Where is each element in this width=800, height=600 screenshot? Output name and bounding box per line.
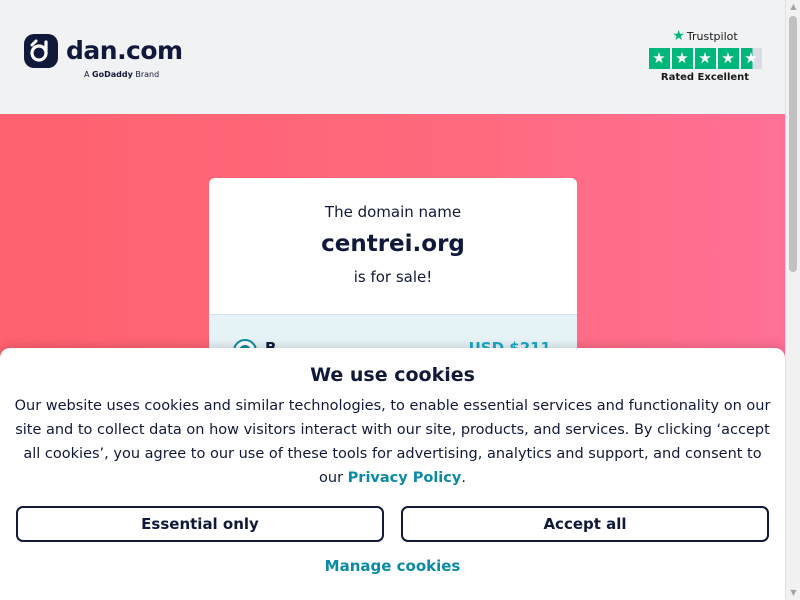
privacy-policy-link[interactable]: Privacy Policy xyxy=(348,470,462,486)
star-icon: ★ xyxy=(648,48,670,69)
scroll-up-icon[interactable]: ▲ xyxy=(786,0,800,14)
accept-all-button[interactable]: Accept all xyxy=(401,506,769,542)
brand-name[interactable]: dan.com xyxy=(66,36,183,65)
star-icon: ★ xyxy=(671,48,693,69)
cookie-body-period: . xyxy=(461,470,466,486)
star-icon: ★ xyxy=(694,48,716,69)
for-sale-text: is for sale! xyxy=(353,268,433,286)
brand-sub-company: GoDaddy xyxy=(92,70,133,79)
site-header: dan.com A GoDaddy Brand ★ Trustpilot ★ ★… xyxy=(0,0,785,114)
manage-cookies-link[interactable]: Manage cookies xyxy=(0,557,785,575)
scroll-down-icon[interactable]: ▼ xyxy=(786,586,800,600)
brand-subtitle: A GoDaddy Brand xyxy=(84,70,159,79)
trustpilot-logo: ★ Trustpilot xyxy=(648,28,762,44)
half-star-icon: ★ xyxy=(740,48,762,69)
page-scrollbar[interactable]: ▲ ▼ xyxy=(785,0,800,600)
brand-sub-suffix: Brand xyxy=(135,70,160,79)
trustpilot-rating: Rated Excellent xyxy=(660,72,750,83)
domain-intro-text: The domain name xyxy=(324,203,462,221)
essential-only-button[interactable]: Essential only xyxy=(16,506,384,542)
cookie-description: Our website uses cookies and similar tec… xyxy=(10,394,775,490)
trustpilot-star-icon: ★ xyxy=(672,28,685,44)
dan-logo-icon[interactable] xyxy=(24,34,58,68)
brand-sub-prefix: A xyxy=(84,70,90,79)
scrollbar-thumb[interactable] xyxy=(789,16,797,272)
trustpilot-widget[interactable]: ★ Trustpilot ★ ★ ★ ★ ★ Rated Excellent xyxy=(648,28,762,83)
trustpilot-stars: ★ ★ ★ ★ ★ xyxy=(648,48,762,69)
star-icon: ★ xyxy=(717,48,739,69)
domain-name: centrei.org xyxy=(321,231,465,257)
cookie-title: We use cookies xyxy=(310,364,475,386)
cookie-banner: We use cookies Our website uses cookies … xyxy=(0,348,785,600)
trustpilot-name: Trustpilot xyxy=(686,29,738,43)
